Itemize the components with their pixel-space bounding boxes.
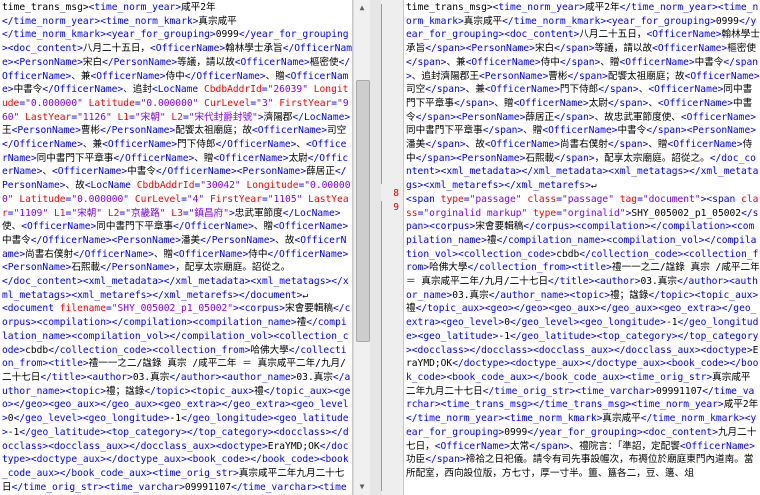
left-line-3: </time_norm_kmark><year_for_grouping>099… (2, 29, 352, 274)
left-line-1: time_trans_msg><time_norm_year>咸平2年 (2, 2, 216, 13)
left-line-2: </time_norm_year><time_norm_kmark>真宗咸平 (2, 15, 237, 27)
diff-viewer: time_trans_msg><time_norm_year>咸平2年 </tim… (0, 0, 760, 495)
right-code-text[interactable]: time_trans_msg><time_norm_year>咸平2年</tim… (404, 0, 760, 481)
left-vertical-scrollbar[interactable]: ▲ ▼ (353, 0, 371, 495)
fold-marker (381, 201, 388, 491)
line-number-8: 8 (393, 188, 399, 199)
scroll-up-arrow-icon[interactable]: ▲ (356, 2, 368, 14)
line-number-9: 9 (393, 202, 399, 213)
left-line-4: </doc_content><xml_metadata></xml_metada… (2, 276, 349, 301)
right-line-number-gutter: 8 9 (381, 0, 404, 495)
right-line-7: time_trans_msg><time_norm_year>咸平2年</tim… (406, 2, 760, 192)
left-line-5: <document filename="SHY_005002_p1_05002"… (2, 303, 351, 493)
scroll-thumb[interactable] (356, 80, 370, 342)
scroll-down-arrow-icon[interactable]: ▼ (356, 481, 368, 493)
right-line-9: <span type="passage" class="passage" tag… (406, 193, 760, 479)
pane-divider[interactable] (370, 0, 381, 495)
left-file-pane[interactable]: time_trans_msg><time_norm_year>咸平2年 </tim… (0, 0, 353, 495)
fold-marker (381, 4, 388, 184)
right-file-pane[interactable]: time_trans_msg><time_norm_year>咸平2年</tim… (404, 0, 760, 495)
left-code-text[interactable]: time_trans_msg><time_norm_year>咸平2年 </tim… (0, 0, 352, 495)
